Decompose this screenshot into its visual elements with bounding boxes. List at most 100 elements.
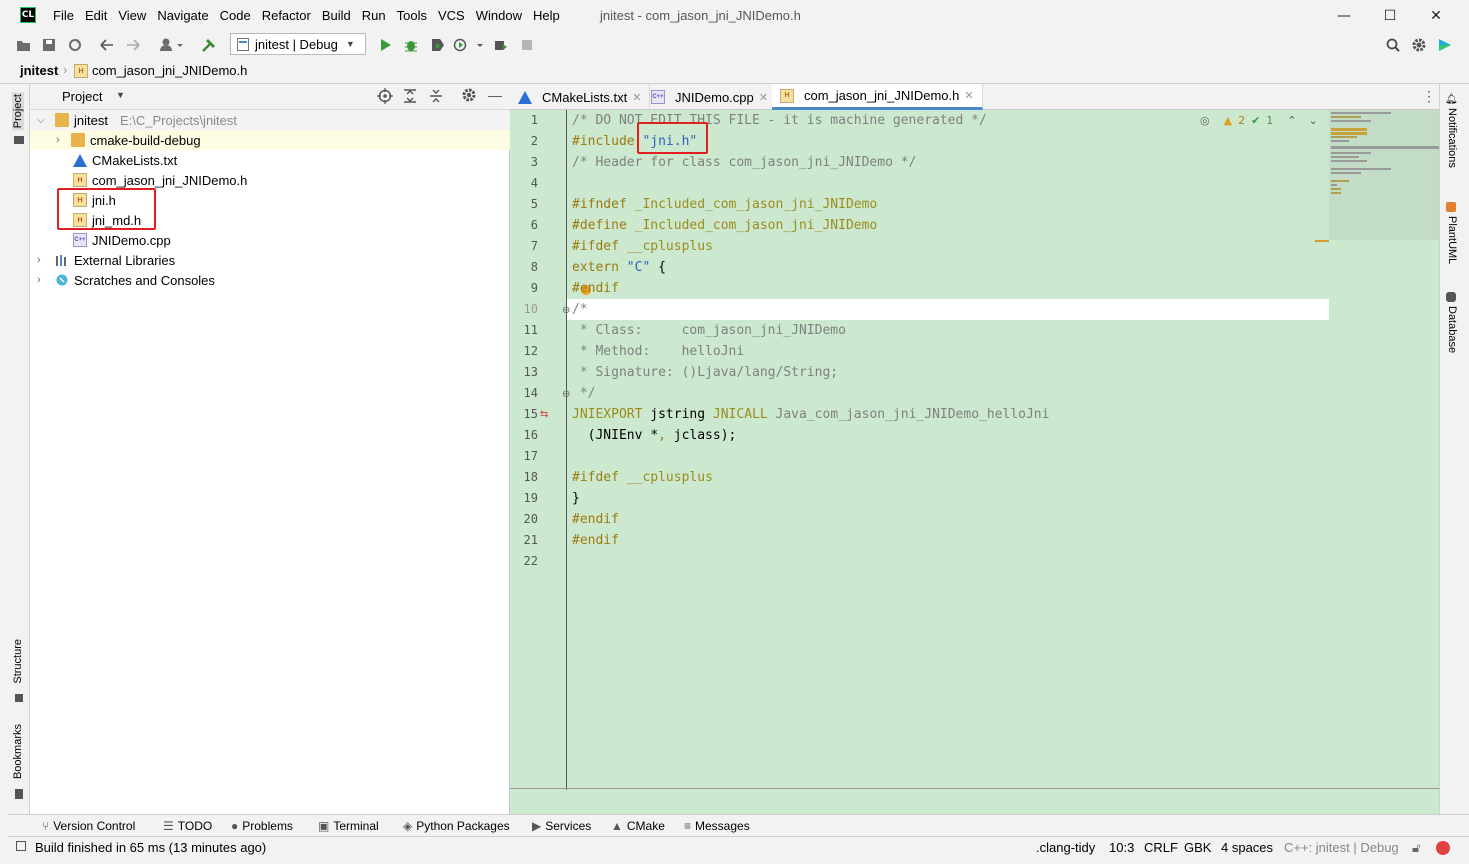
maximize-button[interactable]: ☐ — [1367, 2, 1413, 30]
tree-item-header-file[interactable]: H com_jason_jni_JNIDemo.h — [30, 170, 510, 190]
clang-tidy-widget[interactable]: .clang-tidy — [1036, 840, 1095, 855]
menu-build[interactable]: Build — [322, 8, 351, 23]
tree-item-cmakelists[interactable]: CMakeLists.txt — [30, 150, 510, 170]
settings-gear-icon[interactable] — [1410, 36, 1428, 54]
code-line[interactable]: #endif — [572, 278, 619, 299]
build-hammer-icon[interactable] — [200, 36, 218, 54]
breadcrumb-root[interactable]: jnitest — [20, 63, 58, 78]
forward-arrow-icon[interactable] — [124, 36, 142, 54]
bookmarks-tool-button[interactable]: Bookmarks — [12, 724, 24, 779]
horizontal-scrollbar[interactable] — [510, 788, 1439, 789]
lock-icon[interactable]: 🔓︎ — [1412, 840, 1420, 856]
minimize-button[interactable]: — — [1321, 2, 1367, 30]
code-line[interactable]: /* Header for class com_jason_jni_JNIDem… — [572, 152, 916, 173]
next-highlight-icon[interactable]: ⌄ — [1309, 114, 1318, 127]
code-line[interactable]: JNIEXPORT jstring JNICALL Java_com_jason… — [572, 404, 1049, 425]
code-line[interactable]: /* — [572, 299, 588, 320]
run-with-coverage-icon[interactable] — [428, 36, 446, 54]
terminal-tool-button[interactable]: ▣ Terminal — [318, 819, 379, 833]
status-message[interactable]: Build finished in 65 ms (13 minutes ago) — [35, 840, 266, 855]
go-to-implementation-icon[interactable]: ⇆ — [540, 409, 548, 420]
messages-tool-button[interactable]: ≡ Messages — [684, 819, 750, 833]
breadcrumb-file[interactable]: com_jason_jni_JNIDemo.h — [92, 63, 247, 78]
tree-item-jnidemo-cpp[interactable]: C++ JNIDemo.cpp — [30, 230, 510, 250]
debug-icon[interactable] — [402, 36, 420, 54]
tab-jnidemo-header[interactable]: H com_jason_jni_JNIDemo.h ✕ — [772, 84, 983, 110]
fold-marker-icon[interactable]: ⊖ — [562, 305, 570, 316]
project-view-title[interactable]: Project — [62, 89, 102, 104]
back-arrow-icon[interactable] — [98, 36, 116, 54]
python-packages-tool-button[interactable]: ◈ Python Packages — [403, 819, 510, 833]
tree-item-root[interactable]: ⌵ jnitest E:\C_Projects\jnitest — [30, 110, 510, 130]
inspection-widget[interactable]: ◎ ▲ 2 ✔ 1 ⌃ ⌄ — [1200, 114, 1318, 127]
menu-refactor[interactable]: Refactor — [262, 8, 311, 23]
options-gear-icon[interactable] — [462, 88, 476, 105]
user-icon[interactable] — [158, 36, 186, 54]
expand-all-icon[interactable] — [403, 88, 417, 107]
close-window-button[interactable]: ✕ — [1413, 2, 1459, 30]
chevron-right-icon[interactable]: › — [37, 274, 51, 286]
tab-cmakelists[interactable]: CMakeLists.txt ✕ — [510, 84, 651, 110]
save-icon[interactable] — [40, 36, 58, 54]
menu-edit[interactable]: Edit — [85, 8, 107, 23]
menu-run[interactable]: Run — [362, 8, 386, 23]
cmake-tool-button[interactable]: ▲ CMake — [611, 819, 665, 833]
code-line[interactable]: #ifdef __cplusplus — [572, 467, 713, 488]
tree-item-cmake-build-debug[interactable]: › cmake-build-debug — [30, 130, 510, 150]
todo-tool-button[interactable]: ☰ TODO — [163, 819, 212, 833]
chevron-down-icon[interactable]: ⌵ — [37, 115, 51, 126]
tab-jnidemo-cpp[interactable]: C++ JNIDemo.cpp ✕ — [643, 84, 777, 110]
menu-window[interactable]: Window — [476, 8, 522, 23]
close-icon[interactable]: ✕ — [759, 91, 768, 104]
code-line[interactable]: } — [572, 488, 580, 509]
caret-position[interactable]: 10:3 — [1109, 840, 1134, 855]
menu-tools[interactable]: Tools — [397, 8, 427, 23]
sync-icon[interactable] — [66, 36, 84, 54]
run-icon[interactable] — [377, 36, 395, 54]
menu-vcs[interactable]: VCS — [438, 8, 465, 23]
open-folder-icon[interactable] — [14, 36, 32, 54]
project-tool-button[interactable]: Project — [12, 92, 24, 131]
plantuml-tool-button[interactable]: PlantUML — [1446, 216, 1458, 264]
fold-marker-icon[interactable]: ⊖ — [562, 389, 570, 400]
code-line[interactable]: (JNIEnv *, jclass); — [572, 425, 737, 446]
resolve-context[interactable]: C++: jnitest | Debug — [1284, 840, 1399, 855]
close-icon[interactable]: ✕ — [632, 91, 641, 104]
notifications-tool-button[interactable]: Notifications — [1446, 108, 1458, 168]
services-tool-button[interactable]: ▶ Services — [532, 819, 591, 833]
locate-file-icon[interactable] — [377, 88, 393, 107]
code-line[interactable]: * Method: helloJni — [572, 341, 744, 362]
chevron-right-icon[interactable]: › — [37, 254, 51, 266]
code-line[interactable]: extern "C" { — [572, 257, 666, 278]
panel-toggle-icon[interactable] — [16, 841, 26, 851]
code-line[interactable]: * Signature: ()Ljava/lang/String; — [572, 362, 838, 383]
menu-navigate[interactable]: Navigate — [157, 8, 208, 23]
code-line[interactable]: * Class: com_jason_jni_JNIDemo — [572, 320, 846, 341]
close-icon[interactable]: ✕ — [964, 89, 973, 102]
database-tool-button[interactable]: Database — [1446, 306, 1458, 353]
code-line[interactable]: #ifdef __cplusplus — [572, 236, 713, 257]
menu-view[interactable]: View — [118, 8, 146, 23]
problems-tool-button[interactable]: ● Problems — [231, 819, 293, 833]
jetbrains-toolbox-icon[interactable] — [1436, 36, 1454, 54]
chevron-down-icon[interactable]: ▼ — [116, 90, 125, 100]
version-control-tool-button[interactable]: ⑂ Version Control — [42, 819, 135, 833]
code-line[interactable]: #endif — [572, 509, 619, 530]
warning-stripe-marker[interactable] — [1315, 240, 1329, 242]
search-icon[interactable] — [1384, 36, 1402, 54]
menu-code[interactable]: Code — [220, 8, 251, 23]
code-line[interactable]: /* DO NOT EDIT THIS FILE - it is machine… — [572, 110, 987, 131]
line-separator[interactable]: CRLF — [1144, 840, 1178, 855]
code-line[interactable]: */ — [572, 383, 596, 404]
hide-panel-icon[interactable]: — — [488, 87, 502, 103]
code-line[interactable]: #define _Included_com_jason_jni_JNIDemo — [572, 215, 877, 236]
tree-item-external-libraries[interactable]: › External Libraries — [30, 250, 510, 270]
run-configuration-select[interactable]: jnitest | Debug ▼ — [230, 33, 366, 55]
code-minimap[interactable] — [1329, 110, 1441, 240]
file-encoding[interactable]: GBK — [1184, 840, 1211, 855]
chevron-right-icon[interactable]: › — [56, 134, 70, 146]
structure-tool-button[interactable]: Structure — [12, 639, 24, 684]
menu-help[interactable]: Help — [533, 8, 560, 23]
tree-item-scratches[interactable]: › Scratches and Consoles — [30, 270, 510, 290]
previous-highlight-icon[interactable]: ⌃ — [1287, 114, 1296, 127]
